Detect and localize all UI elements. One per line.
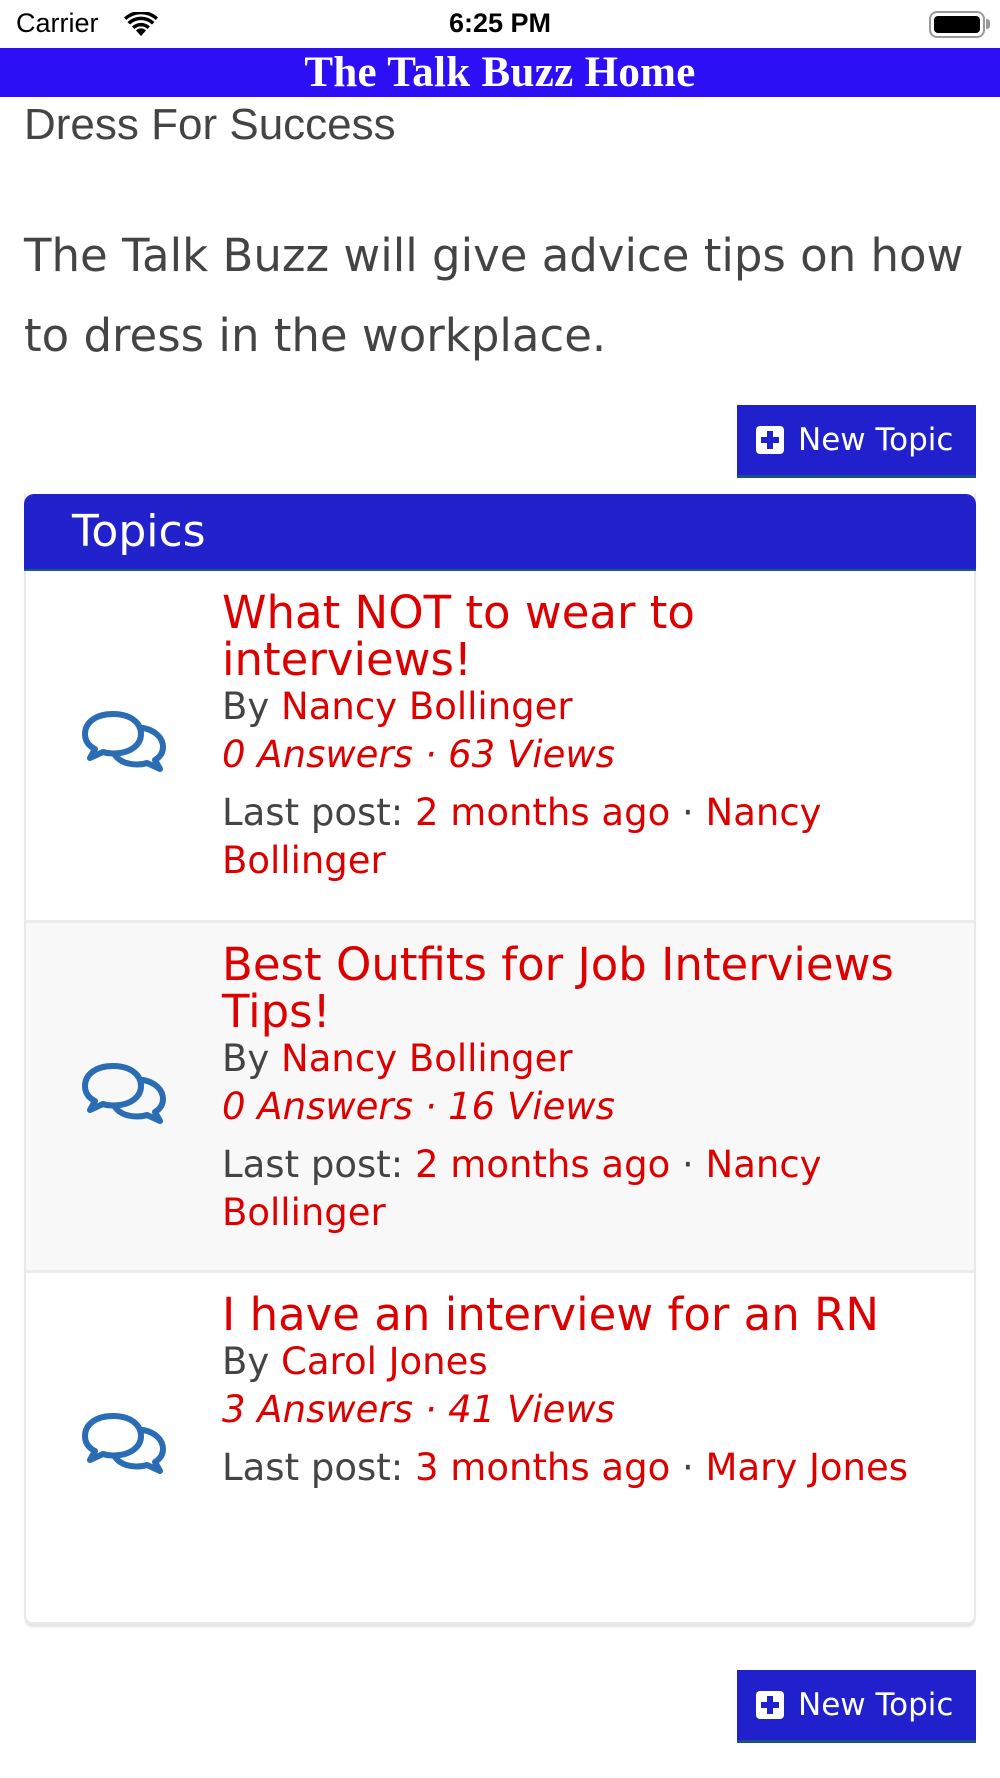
last-post-label: Last post:: [222, 791, 404, 834]
topic-author: By Nancy Bollinger: [222, 683, 942, 731]
topics-header: Topics: [24, 494, 976, 571]
header-bar: The Talk Buzz Home: [0, 48, 1000, 97]
topic-title-link[interactable]: I have an interview for an RN: [222, 1291, 942, 1338]
by-label: By: [222, 1340, 270, 1383]
battery-nub: [986, 19, 990, 29]
new-topic-label: New Topic: [798, 422, 954, 458]
last-post: Last post: 2 months ago · Nancy Bollinge…: [222, 1141, 942, 1237]
last-post-author-link[interactable]: Mary Jones: [706, 1446, 909, 1489]
comments-icon: [82, 1413, 166, 1474]
topics-panel: Topics What NOT to wear to interviews! B…: [24, 494, 976, 1624]
new-topic-label: New Topic: [798, 1687, 954, 1723]
plus-square-icon: [756, 1691, 784, 1719]
topic-author: By Nancy Bollinger: [222, 1035, 942, 1083]
page-description: The Talk Buzz will give advice tips on h…: [24, 229, 964, 362]
last-post-time-link[interactable]: 3 months ago: [415, 1446, 670, 1489]
last-post: Last post: 2 months ago · Nancy Bollinge…: [222, 789, 942, 885]
plus-square-icon: [756, 426, 784, 454]
separator: ·: [681, 1446, 694, 1489]
topic-title-link[interactable]: Best Outfits for Job Interviews Tips!: [222, 941, 942, 1035]
comments-icon: [82, 711, 166, 772]
comments-icon: [82, 1063, 166, 1124]
clock: 6:25 PM: [448, 8, 552, 38]
topic-author: By Carol Jones: [222, 1338, 942, 1386]
topic-row: Best Outfits for Job Interviews Tips! By…: [26, 920, 974, 1270]
topic-body: Best Outfits for Job Interviews Tips! By…: [222, 941, 942, 1237]
topic-row: What NOT to wear to interviews! By Nancy…: [26, 571, 974, 921]
topic-row: I have an interview for an RN By Carol J…: [26, 1270, 974, 1620]
status-bar: Carrier 6:25 PM: [0, 0, 1000, 48]
author-link[interactable]: Nancy Bollinger: [281, 685, 573, 728]
home-link[interactable]: The Talk Buzz Home: [304, 49, 695, 96]
page-title: Dress For Success: [24, 100, 396, 149]
last-post-label: Last post:: [222, 1143, 404, 1186]
new-topic-button-top[interactable]: New Topic: [737, 405, 976, 478]
last-post-time-link[interactable]: 2 months ago: [415, 791, 670, 834]
last-post: Last post: 3 months ago · Mary Jones: [222, 1444, 942, 1492]
last-post-label: Last post:: [222, 1446, 404, 1489]
last-post-time-link[interactable]: 2 months ago: [415, 1143, 670, 1186]
topic-stats: 0 Answers · 16 Views: [222, 1085, 615, 1128]
by-label: By: [222, 685, 270, 728]
by-label: By: [222, 1037, 270, 1080]
topic-stats: 3 Answers · 41 Views: [222, 1388, 615, 1431]
battery-icon: [929, 11, 985, 38]
author-link[interactable]: Nancy Bollinger: [281, 1037, 573, 1080]
topic-stats: 0 Answers · 63 Views: [222, 733, 615, 776]
separator: ·: [681, 791, 694, 834]
topic-body: I have an interview for an RN By Carol J…: [222, 1291, 942, 1492]
new-topic-button-bottom[interactable]: New Topic: [737, 1670, 976, 1743]
separator: ·: [681, 1143, 694, 1186]
author-link[interactable]: Carol Jones: [281, 1340, 488, 1383]
topic-title-link[interactable]: What NOT to wear to interviews!: [222, 589, 942, 683]
topics-header-label: Topics: [72, 506, 206, 557]
topic-body: What NOT to wear to interviews! By Nancy…: [222, 589, 942, 885]
